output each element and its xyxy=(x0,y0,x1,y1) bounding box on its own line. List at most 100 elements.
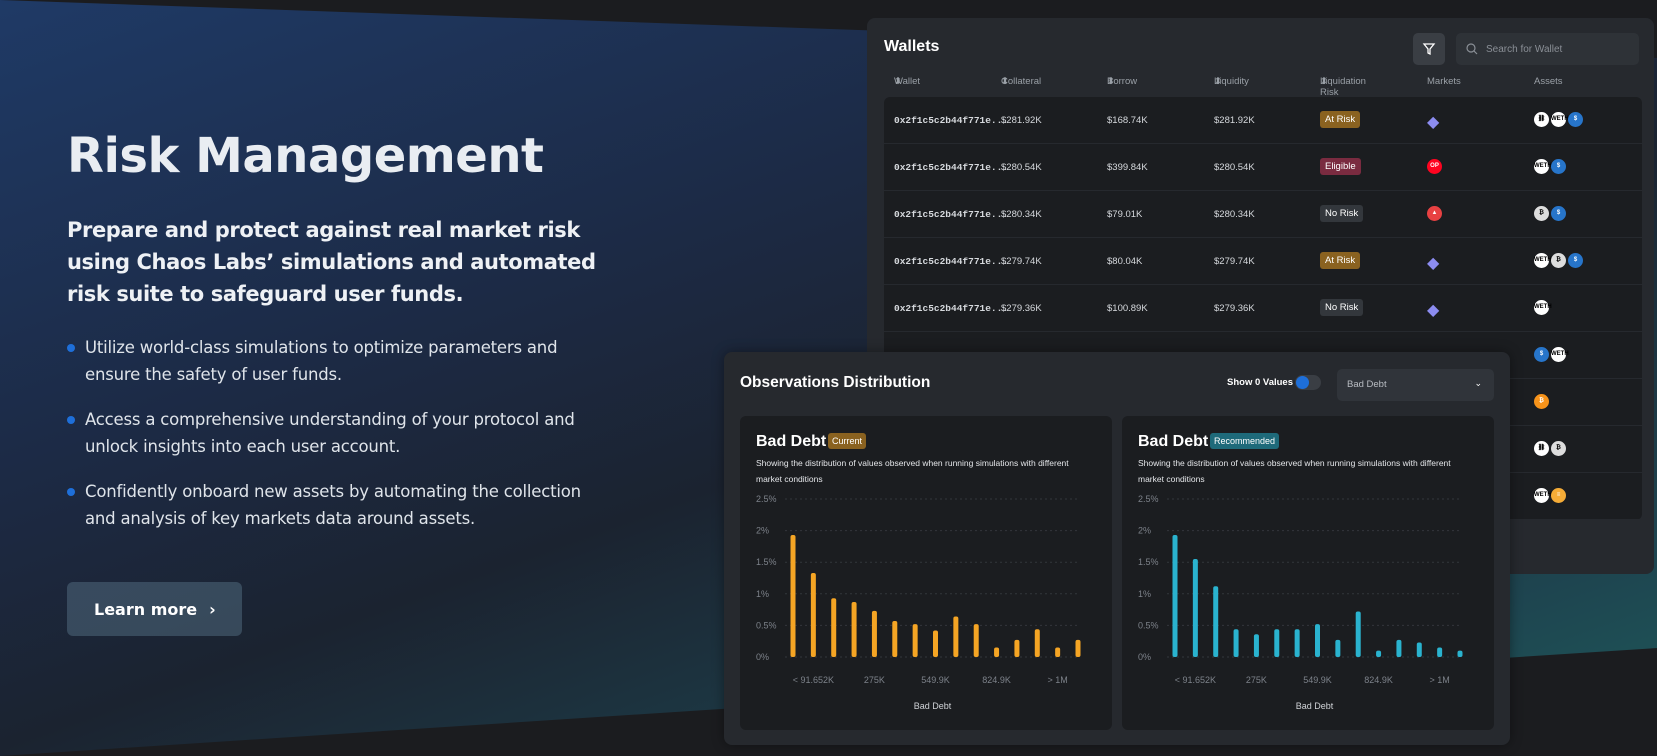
x-tick-label: 549.9K xyxy=(1303,675,1332,685)
y-tick-label: 2% xyxy=(1138,526,1151,536)
collateral-value: $279.36K xyxy=(1001,303,1042,314)
y-tick-label: 2% xyxy=(756,526,769,536)
weth-icon: WETH xyxy=(1534,253,1552,268)
bar[interactable] xyxy=(1055,647,1061,657)
weth-icon: WETH xyxy=(1534,300,1552,315)
table-row[interactable]: 0x2f1c5c2b44f771e... $280.54K $399.84K $280… xyxy=(884,144,1642,191)
feature-item: Utilize world-class simulations to optim… xyxy=(67,334,607,388)
table-row[interactable]: 0x2f1c5c2b44f771e... $279.74K $80.04K $279.… xyxy=(884,238,1642,285)
metric-select[interactable]: Bad Debt ⌄ xyxy=(1337,369,1494,401)
chart-card-current: Bad Debt Current Showing the distribution … xyxy=(740,416,1112,730)
wallet-address[interactable]: 0x2f1c5c2b44f771e... xyxy=(894,209,1008,220)
ethereum-market-icon: ◆ xyxy=(1427,255,1440,272)
y-tick-label: 0.5% xyxy=(1138,620,1159,630)
bullet-icon xyxy=(67,416,75,424)
bar[interactable] xyxy=(933,630,938,657)
bar[interactable] xyxy=(1396,639,1402,657)
asset-icons: ₿ $ xyxy=(1534,206,1568,221)
toggle-knob xyxy=(1296,376,1309,389)
x-tick-label: 549.9K xyxy=(921,675,950,685)
sort-icon[interactable]: ⬍ xyxy=(894,76,902,87)
bar[interactable] xyxy=(1253,634,1259,657)
bar[interactable] xyxy=(1437,647,1443,657)
x-axis-label: Bad Debt xyxy=(1296,701,1334,711)
ethereum-market-icon: ◆ xyxy=(1427,114,1440,131)
chevron-right-icon: › xyxy=(209,599,216,619)
feature-item: Access a comprehensive understanding of … xyxy=(67,406,607,460)
feature-list: Utilize world-class simulations to optim… xyxy=(67,334,607,532)
bar[interactable] xyxy=(1274,629,1280,657)
usdc-icon: $ xyxy=(1568,253,1583,268)
bar[interactable] xyxy=(1416,642,1422,657)
liquidity-value: $279.36K xyxy=(1214,303,1255,314)
collateral-value: $280.54K xyxy=(1001,162,1042,173)
bar[interactable] xyxy=(1034,629,1040,657)
wallet-search-input[interactable]: Search for Wallet xyxy=(1456,33,1639,65)
risk-badge: At Risk xyxy=(1320,252,1361,269)
collateral-value: $281.92K xyxy=(1001,115,1042,126)
bar[interactable] xyxy=(1376,650,1382,657)
table-row[interactable]: 0x2f1c5c2b44f771e... $280.34K $79.01K $280.… xyxy=(884,191,1642,238)
x-tick-label: > 1M xyxy=(1048,675,1068,685)
wallet-address[interactable]: 0x2f1c5c2b44f771e... xyxy=(894,162,1008,173)
usdc-icon: $ xyxy=(1551,159,1566,174)
page-title: Risk Management xyxy=(67,128,544,184)
x-tick-label: 824.9K xyxy=(1364,675,1393,685)
bar-chart: 0% 0.5% 1% 1.5% 2% 2.5% < 91.652K 275K 549.9K 824… xyxy=(756,494,1081,711)
borrow-value: $168.74K xyxy=(1107,115,1148,126)
wbtc-icon: ₿ xyxy=(1551,441,1566,456)
bullet-icon xyxy=(67,488,75,496)
risk-badge: No Risk xyxy=(1320,205,1364,222)
sort-icon[interactable]: ⬍ xyxy=(1001,76,1009,87)
y-tick-label: 0% xyxy=(1138,652,1151,662)
bar[interactable] xyxy=(810,572,816,657)
wallet-address[interactable]: 0x2f1c5c2b44f771e... xyxy=(894,303,1008,314)
show-zero-label: Show 0 Values xyxy=(1227,377,1293,388)
wallet-address[interactable]: 0x2f1c5c2b44f771e... xyxy=(894,115,1008,126)
learn-more-button[interactable]: Learn more › xyxy=(67,582,242,636)
wallet-address[interactable]: 0x2f1c5c2b44f771e... xyxy=(894,256,1008,267)
observations-title: Observations Distribution xyxy=(740,374,931,391)
y-tick-label: 0% xyxy=(756,652,769,662)
y-tick-label: 2.5% xyxy=(756,494,777,504)
bar[interactable] xyxy=(1355,611,1361,657)
bar[interactable] xyxy=(1315,624,1320,657)
asset-icons: WETH $ xyxy=(1534,159,1568,174)
x-tick-label: 275K xyxy=(864,675,885,685)
bar[interactable] xyxy=(871,610,877,657)
link-icon: ⛓ xyxy=(1534,441,1549,456)
bar[interactable] xyxy=(973,624,979,657)
bar[interactable] xyxy=(831,598,837,657)
bar[interactable] xyxy=(1335,639,1341,657)
bar[interactable] xyxy=(1172,535,1178,657)
x-tick-label: 824.9K xyxy=(982,675,1011,685)
table-row[interactable]: 0x2f1c5c2b44f771e... $279.36K $100.89K $279… xyxy=(884,285,1642,332)
weth-icon: WETH xyxy=(1534,159,1552,174)
bar[interactable] xyxy=(892,620,898,657)
bar[interactable] xyxy=(1014,639,1020,657)
asset-icons: ₿ xyxy=(1534,394,1551,409)
bar[interactable] xyxy=(912,624,918,657)
bar[interactable] xyxy=(790,535,796,657)
bar[interactable] xyxy=(851,602,857,657)
liquidity-value: $281.92K xyxy=(1214,115,1255,126)
x-tick-label: < 91.652K xyxy=(1175,675,1216,685)
bar[interactable] xyxy=(1457,650,1463,657)
y-tick-label: 0.5% xyxy=(756,620,777,630)
hero-lead: Prepare and protect against real market … xyxy=(67,218,596,306)
sort-icon[interactable]: ⬍ xyxy=(1107,76,1115,87)
bar[interactable] xyxy=(994,647,1000,657)
bar[interactable] xyxy=(1213,586,1219,657)
bar[interactable] xyxy=(1075,639,1081,657)
sort-icon[interactable]: ⬍ xyxy=(1214,76,1222,87)
bar[interactable] xyxy=(1294,629,1300,657)
show-zero-toggle[interactable] xyxy=(1295,375,1321,390)
x-tick-label: < 91.652K xyxy=(793,675,834,685)
bar[interactable] xyxy=(1192,559,1198,657)
sort-icon[interactable]: ⬍ xyxy=(1320,76,1328,87)
bar[interactable] xyxy=(1233,629,1239,657)
table-row[interactable]: 0x2f1c5c2b44f771e... $281.92K $168.74K $281… xyxy=(884,97,1642,144)
filter-button[interactable] xyxy=(1413,33,1445,65)
bullet-icon xyxy=(67,344,75,352)
bar[interactable] xyxy=(953,616,959,657)
